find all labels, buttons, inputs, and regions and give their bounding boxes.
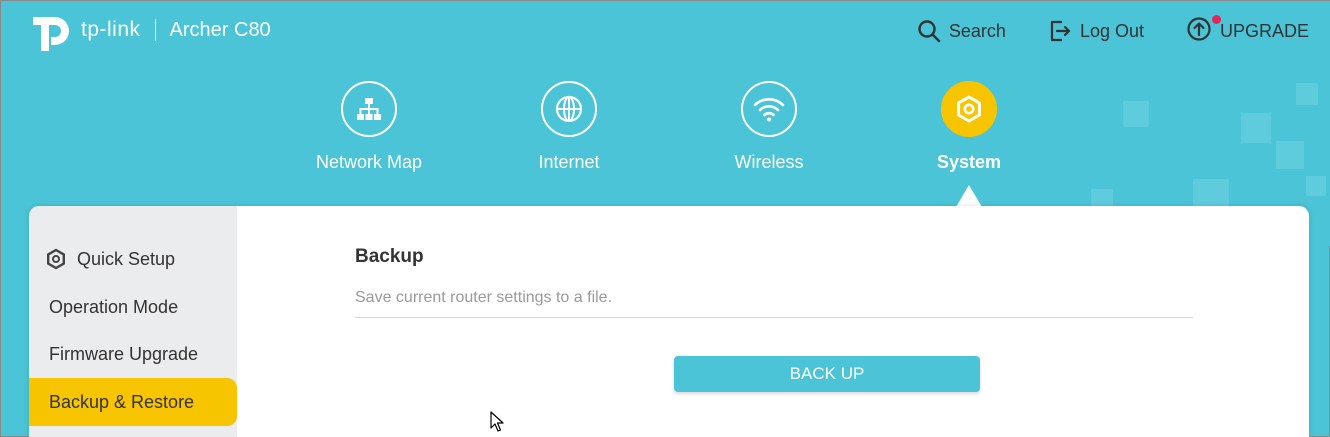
tab-label: System: [936, 152, 1002, 172]
gear-icon: [47, 248, 65, 270]
sidebar-item-label: Quick Setup: [77, 248, 176, 269]
upgrade-icon-wrap: [1186, 14, 1221, 47]
tab-label: Wireless: [734, 152, 804, 172]
tab-label: Network Map: [315, 152, 423, 172]
search-icon: [918, 20, 941, 43]
network-map-icon: [341, 81, 397, 137]
tab-network-map[interactable]: Network Map: [289, 81, 449, 173]
tp-link-logo-icon: [33, 17, 69, 51]
active-tab-pointer: [956, 185, 982, 207]
section-description: Save current router settings to a file.: [355, 289, 613, 306]
decor-block: [1091, 189, 1113, 207]
wifi-icon: [741, 81, 797, 137]
upgrade-link[interactable]: UPGRADE: [1186, 14, 1309, 47]
sidebar-item-label: Backup & Restore: [49, 391, 195, 412]
sidebar-item-backup-restore[interactable]: Backup & Restore: [29, 378, 237, 426]
sidebar-item-quick-setup[interactable]: Quick Setup: [29, 235, 237, 283]
brand-name: tp-link: [81, 18, 141, 41]
sidebar-item-firmware-upgrade[interactable]: Firmware Upgrade: [29, 330, 237, 378]
search-link[interactable]: Search: [917, 19, 1006, 43]
tab-wireless[interactable]: Wireless: [689, 81, 849, 173]
decor-block: [1241, 113, 1271, 143]
decor-block: [1193, 179, 1229, 209]
decor-block: [1123, 101, 1149, 127]
logout-label: Log Out: [1079, 20, 1144, 41]
notification-dot: [1211, 14, 1221, 24]
decor-block: [1296, 83, 1318, 105]
gear-icon: [941, 81, 997, 137]
model-name: Archer C80: [169, 18, 271, 41]
logout-icon: [1050, 20, 1071, 42]
tab-internet[interactable]: Internet: [489, 81, 649, 173]
upgrade-icon: [1187, 16, 1211, 41]
top-links: Search Log Out UPGRADE: [875, 14, 1309, 47]
tp-link-logo[interactable]: tp-link Archer C80: [29, 7, 271, 53]
logo-separator: [154, 19, 156, 41]
tab-system[interactable]: System: [889, 81, 1049, 173]
sidebar-item-label: Operation Mode: [49, 296, 179, 317]
decor-block: [1276, 141, 1304, 169]
search-label: Search: [948, 20, 1006, 41]
main-panel: Quick Setup Operation Mode Firmware Upgr…: [29, 206, 1309, 437]
tab-label: Internet: [538, 152, 600, 172]
sidebar: Quick Setup Operation Mode Firmware Upgr…: [29, 206, 237, 437]
backup-button[interactable]: BACK UP: [674, 356, 980, 392]
globe-icon: [541, 81, 597, 137]
mouse-cursor-icon: [490, 411, 504, 432]
sidebar-item-label: Firmware Upgrade: [49, 343, 199, 364]
decor-block: [1306, 176, 1326, 196]
section-divider: [355, 317, 1193, 318]
sidebar-item-operation-mode[interactable]: Operation Mode: [29, 283, 237, 331]
section-title: Backup: [355, 246, 424, 267]
logout-link[interactable]: Log Out: [1048, 19, 1144, 43]
upgrade-label: UPGRADE: [1219, 20, 1309, 41]
